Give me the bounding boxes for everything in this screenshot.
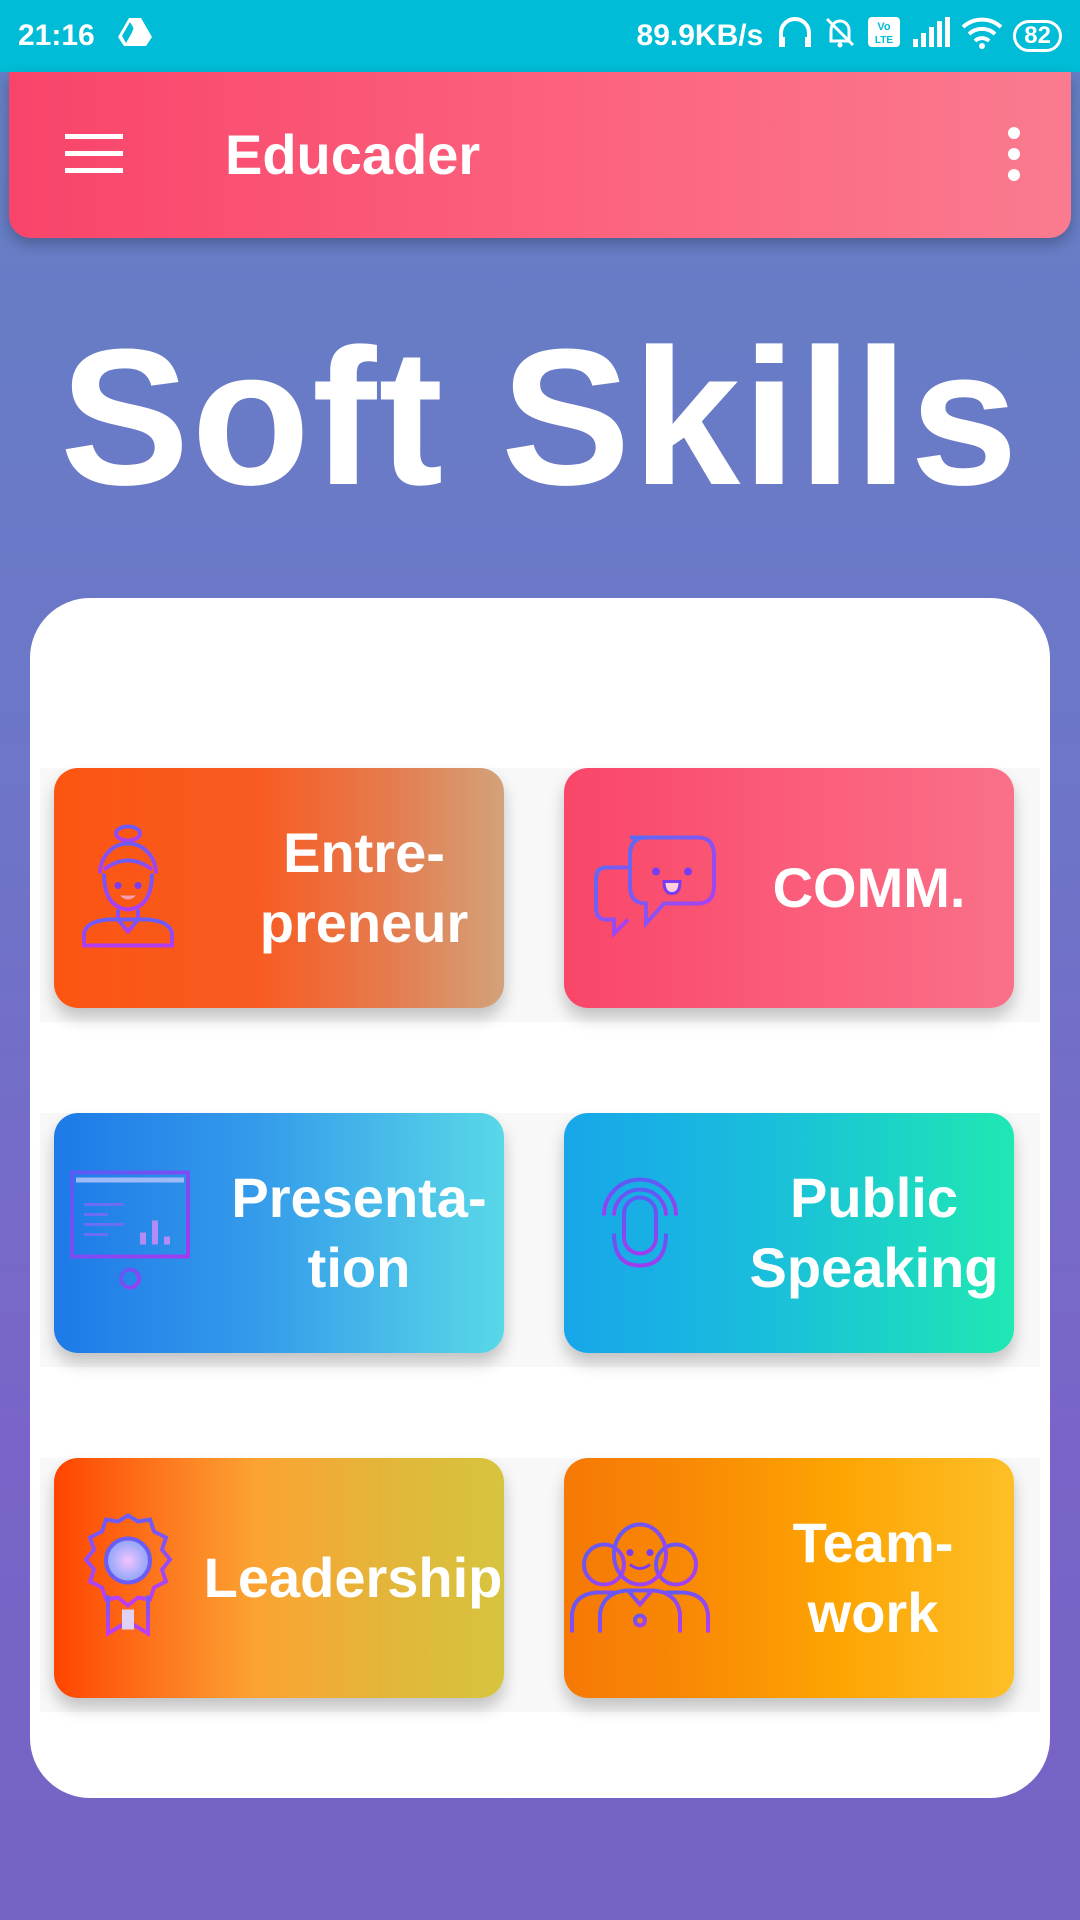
svg-text:LTE: LTE bbox=[875, 35, 893, 46]
bell-muted-icon bbox=[823, 15, 857, 57]
tile-label: Leadership bbox=[203, 1546, 503, 1609]
headphones-icon bbox=[777, 15, 813, 57]
volte-icon: Vo LTE bbox=[867, 16, 901, 56]
hamburger-menu-icon[interactable] bbox=[65, 134, 123, 174]
more-options-icon[interactable] bbox=[1007, 126, 1021, 182]
signal-icon bbox=[911, 17, 951, 55]
app-title: Educader bbox=[225, 123, 481, 186]
tile-label: Presenta- tion bbox=[231, 1166, 487, 1299]
chat-bubbles-icon bbox=[594, 834, 718, 943]
tile-leadership[interactable]: Leadership bbox=[54, 1458, 504, 1698]
page-heading: Soft Skills bbox=[60, 309, 1020, 526]
presentation-board-icon bbox=[68, 1169, 192, 1298]
wifi-icon bbox=[961, 15, 1003, 57]
entrepreneur-person-icon bbox=[78, 824, 178, 953]
network-speed: 89.9KB/s bbox=[636, 19, 764, 52]
tile-entrepreneur[interactable]: Entre- preneur bbox=[54, 768, 504, 1008]
svg-text:Vo: Vo bbox=[878, 21, 892, 33]
tile-presentation[interactable]: Presenta- tion bbox=[54, 1113, 504, 1353]
skills-card: Entre- preneur COMM. Presenta- tion Publ… bbox=[30, 598, 1050, 1798]
tile-public-speaking[interactable]: Public Speaking bbox=[564, 1113, 1014, 1353]
status-right: 89.9KB/s Vo LTE 82 bbox=[637, 15, 1062, 57]
status-time: 21:16 bbox=[18, 19, 95, 52]
team-group-icon bbox=[570, 1517, 710, 1640]
status-left: 21:16 bbox=[18, 16, 153, 56]
tile-label: Public Speaking bbox=[749, 1166, 999, 1299]
drive-icon bbox=[117, 16, 153, 56]
tile-label: Entre- preneur bbox=[259, 821, 469, 954]
tile-label: Team- work bbox=[792, 1511, 954, 1644]
microphone-icon bbox=[598, 1168, 682, 1299]
tile-communication[interactable]: COMM. bbox=[564, 768, 1014, 1008]
status-bar: 21:16 89.9KB/s Vo LTE 82 bbox=[0, 0, 1080, 72]
tile-label: COMM. bbox=[772, 856, 966, 919]
award-ribbon-icon bbox=[82, 1513, 174, 1643]
tile-teamwork[interactable]: Team- work bbox=[564, 1458, 1014, 1698]
battery-indicator: 82 bbox=[1013, 20, 1062, 52]
app-bar: Educader bbox=[9, 72, 1071, 238]
